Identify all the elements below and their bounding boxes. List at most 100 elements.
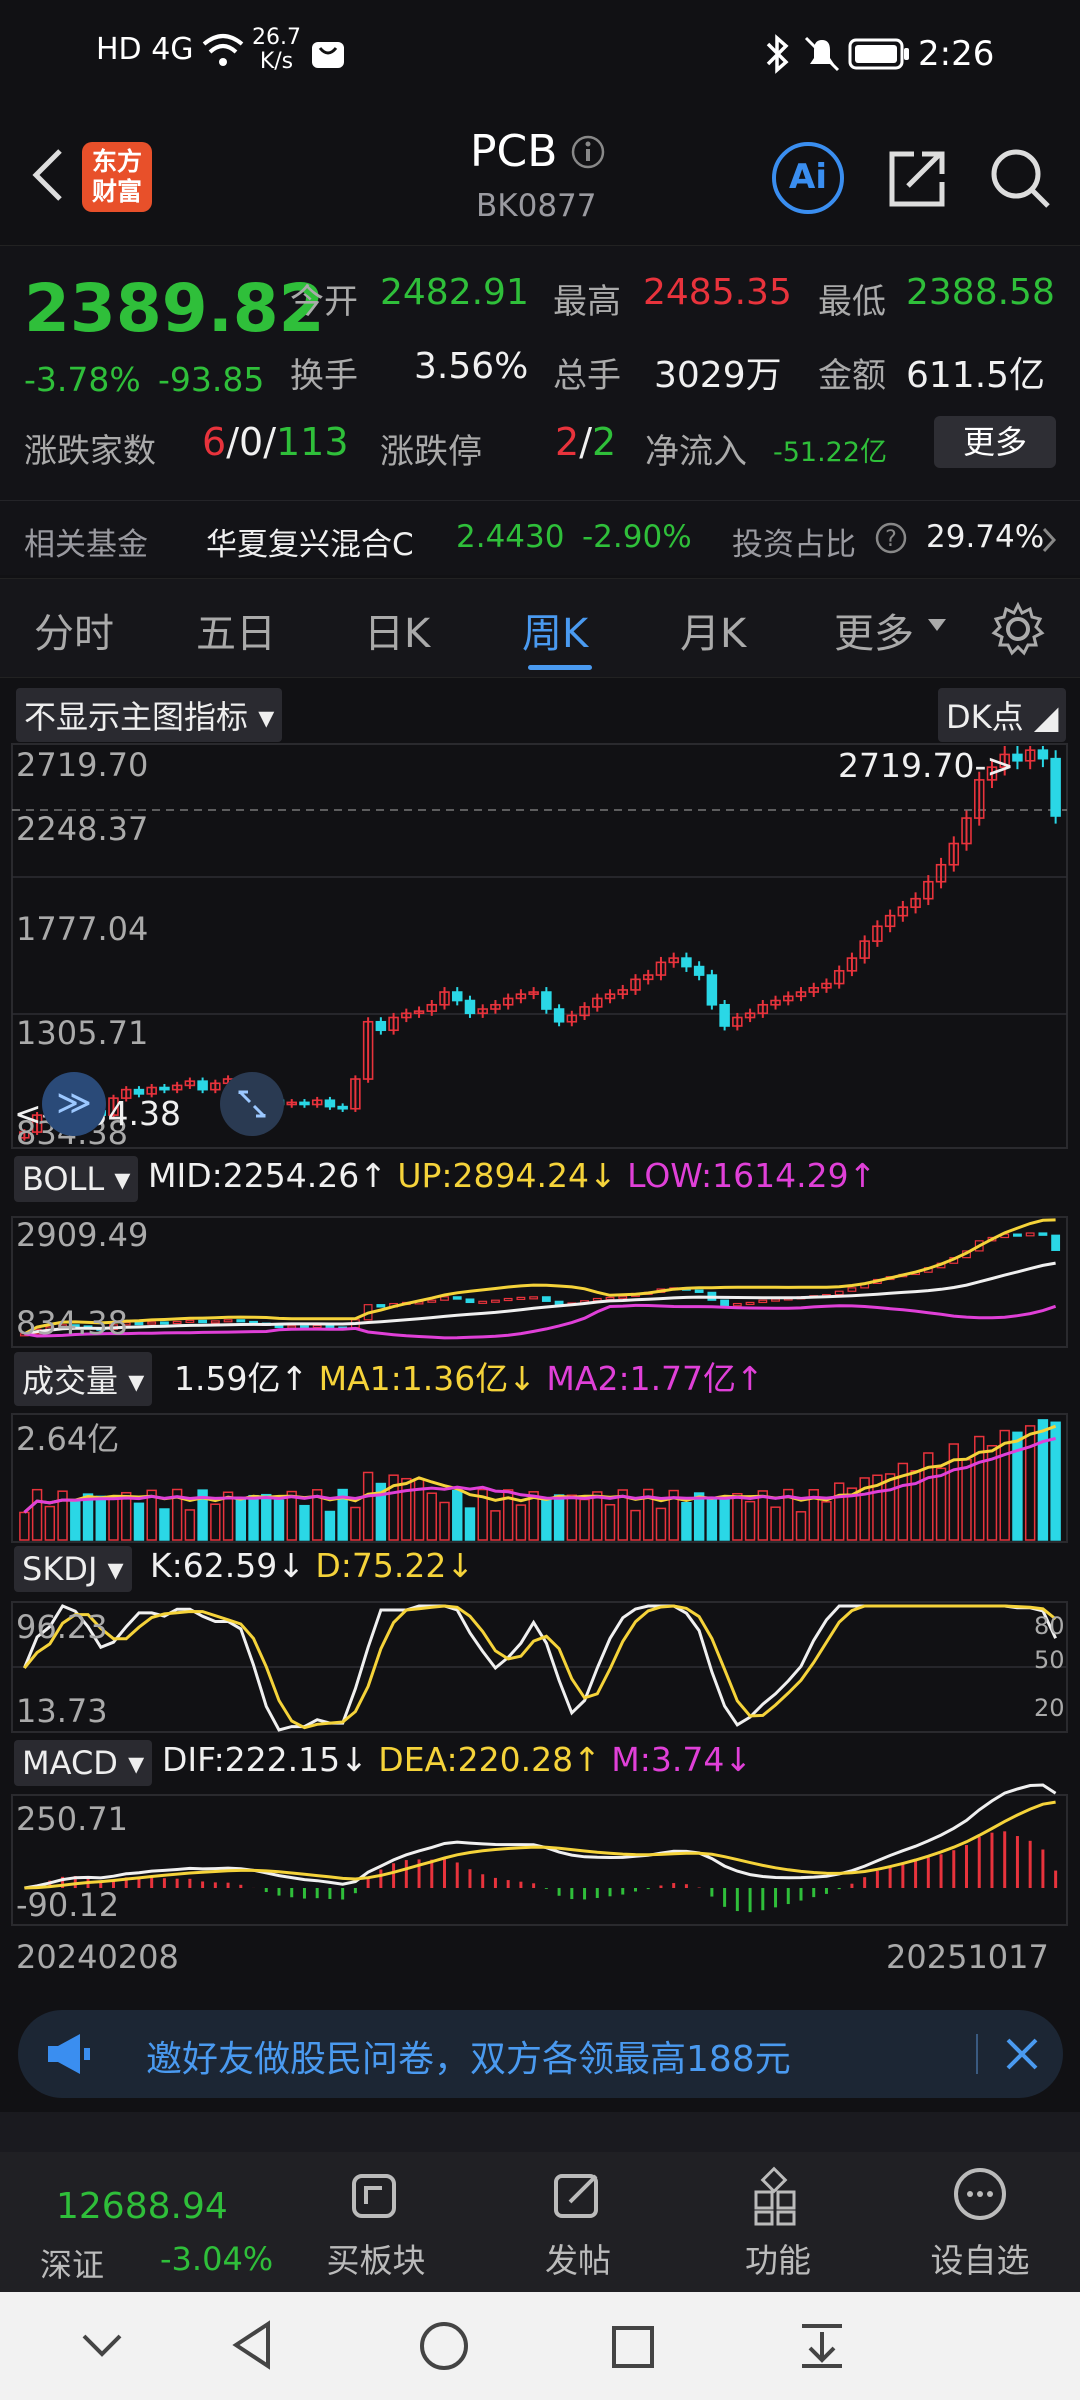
search-icon[interactable] [988, 146, 1054, 212]
survey-banner[interactable]: 邀好友做股民问卷，双方各领最高188元 [18, 2010, 1063, 2098]
skdj-axis-top: 96.23 [16, 1608, 108, 1646]
recents-square-icon[interactable] [610, 2324, 656, 2370]
grid-icon [754, 2166, 796, 2226]
volume-bar [744, 1500, 756, 1541]
home-circle-icon[interactable] [418, 2320, 470, 2372]
boll-candle [465, 1298, 475, 1304]
fund-name[interactable]: 华夏复兴混合C [206, 519, 414, 564]
svg-text:?: ? [885, 527, 897, 552]
index-name: 深证 [40, 2246, 105, 2284]
info-icon[interactable] [570, 134, 606, 170]
main-indicator-select[interactable]: 不显示主图指标 ▾ [16, 688, 283, 742]
mute-bell-icon [804, 36, 840, 72]
index-value[interactable]: 12688.94 [56, 2186, 228, 2227]
close-icon[interactable] [1002, 2034, 1042, 2074]
share-icon[interactable] [884, 146, 950, 212]
volume-value: 1.59亿 [174, 1359, 281, 1398]
max-marker: 2719.70-> [838, 746, 1015, 785]
volume-select[interactable]: 成交量 ▾ [14, 1352, 153, 1406]
nav-buy-sector[interactable]: 买板块 [296, 2166, 456, 2282]
axis-label-2: 2248.37 [16, 810, 149, 848]
boll-candle [210, 1320, 220, 1324]
tab-daily[interactable]: 日K [364, 601, 430, 659]
volume-bar [31, 1488, 43, 1541]
high-label: 最高 [553, 282, 621, 322]
limit-values: 2/2 [555, 420, 616, 464]
boll-mid: MID:2254.26 [148, 1156, 360, 1195]
candle-body [375, 1020, 387, 1032]
boll-low: LOW:1614.29 [627, 1156, 849, 1195]
board-code: BK0877 [476, 188, 597, 224]
system-nav-bar [0, 2292, 1080, 2400]
boll-candle [427, 1299, 437, 1303]
nav-function[interactable]: 功能 [698, 2166, 858, 2282]
volume-bar [159, 1508, 170, 1541]
period-tabs: 分时 五日 日K 周K 月K 更多 [0, 578, 1080, 678]
volume-ma1-line [23, 1424, 1057, 1514]
volume-bar [719, 1496, 730, 1541]
volume-bar [439, 1501, 450, 1541]
boll-candle [312, 1324, 322, 1329]
tab-more[interactable]: 更多 [834, 601, 914, 659]
download-tray-icon[interactable] [798, 2320, 846, 2370]
help-icon[interactable]: ? [874, 521, 908, 555]
axis-label-3: 1777.04 [16, 910, 149, 948]
signal-icons: HD 4G [96, 32, 194, 67]
breadth-sep: / [263, 420, 276, 464]
nav-label: 发帖 [545, 2241, 611, 2280]
macd-select[interactable]: MACD ▾ [14, 1740, 153, 1786]
nav-post[interactable]: 发帖 [498, 2166, 658, 2282]
volume-values: 1.59亿↑ MA1:1.36亿↓ MA2:1.77亿↑ [174, 1359, 764, 1398]
volume-bar [19, 1511, 30, 1541]
related-fund-row[interactable]: 相关基金 华夏复兴混合C 2.4430 -2.90% 投资占比 ? 29.74% [0, 500, 1080, 578]
boll-select[interactable]: BOLL ▾ [14, 1156, 139, 1202]
volume-bar [184, 1509, 196, 1541]
boll-candle [274, 1324, 284, 1329]
macd-axis-top: 250.71 [16, 1800, 128, 1838]
volume-bar [235, 1498, 247, 1541]
boll-candle [147, 1321, 157, 1325]
ai-button[interactable]: Ai [772, 142, 844, 214]
fullscreen-button[interactable] [220, 1072, 284, 1136]
app-logo[interactable]: 东方 财富 [82, 142, 152, 212]
turnover-value: 3.56% [414, 346, 529, 387]
volume-bar [579, 1498, 590, 1541]
more-quote-button[interactable]: 更多 [934, 416, 1056, 468]
volume-bar [121, 1491, 132, 1541]
low-value: 2388.58 [906, 272, 1055, 313]
boll-candle [847, 1287, 857, 1292]
boll-candle [529, 1296, 539, 1300]
candle-body [464, 999, 476, 1015]
candlestick-series [19, 746, 1061, 1141]
volume-bar [604, 1504, 616, 1541]
boll-candle [172, 1320, 182, 1325]
breadth-values: 6/0/113 [202, 420, 349, 464]
tab-monthly[interactable]: 月K [680, 601, 746, 659]
dk-point-button[interactable]: DK点 ◢ [938, 688, 1067, 742]
boll-axis-top: 2909.49 [16, 1216, 149, 1254]
bluetooth-icon [766, 34, 789, 74]
back-triangle-icon[interactable] [230, 2320, 274, 2370]
gear-icon[interactable] [990, 601, 1046, 657]
volume-bar [693, 1492, 705, 1541]
tab-minute[interactable]: 分时 [34, 601, 114, 659]
candle-body [681, 957, 692, 968]
volume-bar [362, 1471, 374, 1541]
sub-tab-strip[interactable] [0, 2112, 1080, 2152]
volume-bar [935, 1467, 947, 1541]
volume-bar [95, 1495, 106, 1541]
chevron-down-icon[interactable] [80, 2328, 124, 2364]
candle-body [706, 974, 718, 1006]
back-button[interactable] [18, 140, 78, 210]
nav-add-watchlist[interactable]: 设自选 [900, 2166, 1060, 2282]
boll-candle [452, 1296, 462, 1300]
tab-five-day[interactable]: 五日 [196, 601, 276, 659]
skdj-select[interactable]: SKDJ ▾ [14, 1546, 132, 1592]
boll-candle [541, 1296, 551, 1302]
tab-weekly[interactable]: 周K [522, 601, 588, 659]
volume-bar [299, 1504, 310, 1541]
candle-body [337, 1105, 348, 1110]
boll-candle [478, 1300, 488, 1304]
active-tab-indicator [528, 665, 592, 670]
expand-left-button[interactable]: ≫ [42, 1072, 106, 1136]
